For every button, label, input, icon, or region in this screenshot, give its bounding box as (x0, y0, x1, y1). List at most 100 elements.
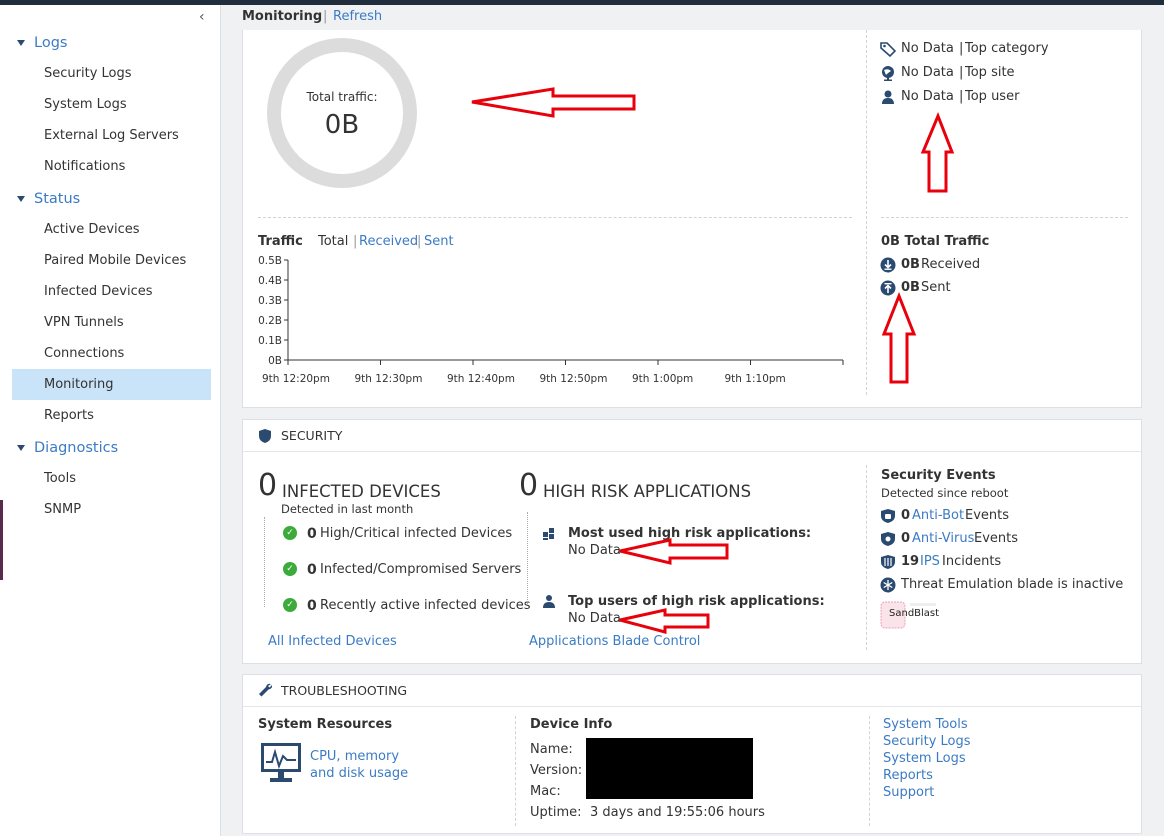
sidebar-section-logs[interactable]: Logs (3, 31, 213, 55)
anti-virus-icon (881, 532, 895, 546)
apps-grid-icon (543, 528, 554, 540)
anti-virus-count: 0 (901, 531, 911, 546)
sidebar-item-connections[interactable]: Connections (12, 338, 211, 369)
security-section-title: SECURITY (281, 428, 343, 443)
section-divider (258, 217, 852, 218)
tab-total[interactable]: Total (318, 234, 348, 249)
caret-down-icon (17, 40, 25, 46)
user-icon (543, 595, 555, 608)
tab-sent[interactable]: Sent (424, 234, 454, 249)
panel-divider (866, 465, 867, 650)
most-used-title: Most used high risk applications: (568, 526, 812, 541)
high-risk-title: HIGH RISK APPLICATIONS (543, 482, 752, 501)
top-category-label: Top category (965, 41, 1049, 56)
y-tick-label: 0.5B (258, 255, 282, 267)
monitor-chart-icon[interactable] (260, 742, 302, 786)
y-tick-label: 0.4B (258, 275, 282, 287)
collapse-sidebar-icon[interactable]: ‹ (199, 9, 205, 25)
sidebar-section-label: Status (34, 191, 81, 207)
ips-icon (881, 555, 895, 569)
top-users-value: No Data (568, 611, 621, 626)
column-divider (515, 716, 516, 826)
sidebar-item-notifications[interactable]: Notifications (12, 151, 211, 182)
caret-down-icon (17, 196, 25, 202)
support-link[interactable]: Support (883, 785, 934, 800)
cpu-memory-link-line2[interactable]: and disk usage (310, 766, 408, 781)
check-icon: ✓ (283, 598, 297, 612)
page-title: Monitoring (242, 9, 323, 24)
section-header-divider (243, 451, 1141, 452)
x-tick-label: 9th 1:10pm (725, 373, 786, 385)
security-logs-link[interactable]: Security Logs (883, 734, 971, 749)
threat-emulation-text: Threat Emulation blade is inactive (901, 577, 1124, 592)
cpu-memory-link-line1[interactable]: CPU, memory (310, 749, 399, 764)
system-tools-link[interactable]: System Tools (883, 717, 968, 732)
recent-infected-label: Recently active infected devices (320, 598, 531, 613)
x-tick-label: 9th 12:30pm (355, 373, 423, 385)
top-category-value: No Data (901, 41, 954, 56)
check-icon: ✓ (283, 562, 297, 576)
sidebar-item-vpn-tunnels[interactable]: VPN Tunnels (12, 307, 211, 338)
tab-received[interactable]: Received (359, 234, 418, 249)
ips-link[interactable]: IPS (920, 554, 940, 569)
anti-virus-link[interactable]: Anti-Virus (912, 531, 974, 546)
anti-bot-icon (881, 509, 895, 523)
received-label: Received (921, 257, 981, 272)
sidebar-item-system-logs[interactable]: System Logs (12, 89, 211, 120)
sandblast-logo-text: SandBlast (889, 608, 940, 619)
sidebar-item-active-devices[interactable]: Active Devices (12, 214, 211, 245)
sidebar-item-security-logs[interactable]: Security Logs (12, 58, 211, 89)
top-user-value: No Data (901, 89, 954, 104)
applications-blade-control-link[interactable]: Applications Blade Control (529, 634, 700, 649)
ring-label: Total traffic: (306, 90, 378, 104)
tree-line (527, 512, 528, 604)
shield-icon (259, 429, 271, 443)
high-critical-label: High/Critical infected Devices (320, 526, 513, 541)
sidebar-item-infected-devices[interactable]: Infected Devices (12, 276, 211, 307)
sidebar-item-tools[interactable]: Tools (12, 463, 211, 494)
total-traffic-title: 0B Total Traffic (881, 234, 990, 249)
anti-bot-link[interactable]: Anti-Bot (912, 508, 964, 523)
sidebar-item-snmp[interactable]: SNMP (12, 494, 211, 525)
y-tick-label: 0.2B (258, 315, 282, 327)
anti-bot-count: 0 (901, 508, 911, 523)
all-infected-devices-link[interactable]: All Infected Devices (268, 634, 397, 649)
sidebar-item-reports[interactable]: Reports (12, 400, 211, 431)
header-separator: | (323, 9, 328, 24)
tag-icon (880, 42, 896, 57)
sidebar-item-monitoring[interactable]: Monitoring (12, 369, 211, 400)
check-icon: ✓ (283, 526, 297, 540)
section-divider (881, 217, 1128, 218)
sidebar-item-paired-mobile-devices[interactable]: Paired Mobile Devices (12, 245, 211, 276)
sidebar-item-external-log-servers[interactable]: External Log Servers (12, 120, 211, 151)
high-critical-count: 0 (307, 526, 317, 542)
sidebar-section-status[interactable]: Status (3, 187, 213, 211)
sidebar-section-diagnostics[interactable]: Diagnostics (3, 436, 213, 460)
column-divider (869, 716, 870, 826)
total-traffic-ring: Total traffic: 0B (267, 38, 417, 188)
infected-subtitle: Detected in last month (281, 502, 414, 516)
anti-virus-suffix: Events (974, 531, 1019, 546)
compromised-servers-count: 0 (307, 562, 317, 578)
reports-link[interactable]: Reports (883, 768, 933, 783)
security-panel: SECURITY 0 INFECTED DEVICES Detected in … (242, 419, 1142, 664)
system-resources-title: System Resources (258, 717, 393, 732)
x-tick-label: 9th 12:50pm (540, 373, 608, 385)
troubleshooting-section-title: TROUBLESHOOTING (281, 683, 408, 698)
system-logs-link[interactable]: System Logs (883, 751, 966, 766)
globe-icon (882, 66, 894, 81)
most-used-value: No Data (568, 543, 621, 558)
security-events-subtitle: Detected since reboot (881, 486, 1009, 500)
y-tick-label: 0B (268, 355, 282, 367)
sidebar-section-label: Logs (34, 35, 68, 51)
device-uptime-value: 3 days and 19:55:06 hours (590, 805, 765, 820)
security-events-title: Security Events (881, 468, 996, 483)
infected-devices-title: INFECTED DEVICES (282, 482, 441, 501)
sent-label: Sent (921, 280, 951, 295)
anti-bot-suffix: Events (965, 508, 1010, 523)
compromised-servers-label: Infected/Compromised Servers (320, 562, 522, 577)
section-header-divider (243, 706, 1141, 707)
top-user-label: Top user (965, 89, 1020, 104)
traffic-panel: Total traffic: 0B No Data | Top category… (242, 30, 1142, 408)
refresh-link[interactable]: Refresh (333, 9, 382, 24)
